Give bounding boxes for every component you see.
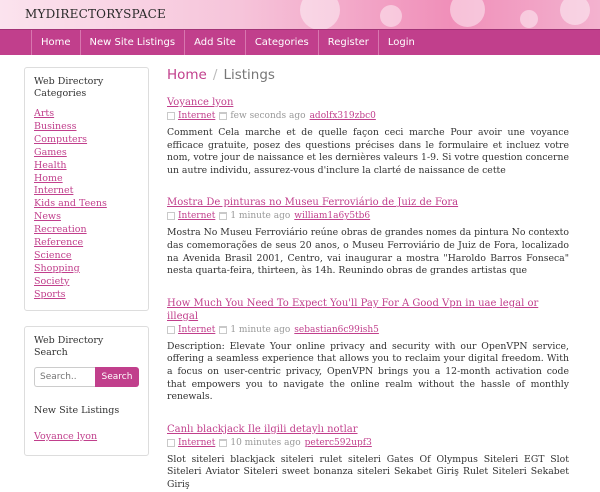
search-input[interactable] xyxy=(34,366,95,387)
listing-meta: Internet 1 minute ago sebastian6c99ish5 xyxy=(167,324,569,336)
category-link-reference[interactable]: Reference xyxy=(34,237,139,250)
listing-category-link[interactable]: Internet xyxy=(178,110,215,122)
category-link-shopping[interactable]: Shopping xyxy=(34,263,139,276)
listing-time: 1 minute ago xyxy=(230,324,291,335)
listing-user-link[interactable]: adolfx319zbc0 xyxy=(310,110,376,122)
category-label: Internet xyxy=(34,185,74,197)
category-label: Health xyxy=(34,159,67,171)
listing-title-link[interactable]: Mostra De pinturas no Museu Ferroviário … xyxy=(167,196,569,209)
category-label: Recreation xyxy=(34,224,87,236)
listing-user-link[interactable]: william1a6y5tb6 xyxy=(294,210,370,222)
listing-item: Mostra De pinturas no Museu Ferroviário … xyxy=(167,196,569,277)
nav-login[interactable]: Login xyxy=(379,30,424,55)
listing-title-link[interactable]: Voyance lyon xyxy=(167,96,569,109)
category-label: Science xyxy=(34,249,72,261)
decor-bubble xyxy=(380,5,402,27)
nav-categories[interactable]: Categories xyxy=(246,30,319,55)
site-header: MYDIRECTORYSPACE xyxy=(0,0,600,29)
listing-category-link[interactable]: Internet xyxy=(178,210,215,222)
listing-meta: Internet 10 minutes ago peterc592upf3 xyxy=(167,437,569,449)
folder-icon xyxy=(167,112,175,120)
category-link-news[interactable]: News xyxy=(34,211,139,224)
decor-bubble xyxy=(560,0,590,25)
listing-item: How Much You Need To Expect You'll Pay F… xyxy=(167,297,569,404)
search-title: Web Directory Search xyxy=(34,334,104,358)
listing-category-link[interactable]: Internet xyxy=(178,437,215,449)
category-link-society[interactable]: Society xyxy=(34,276,139,289)
category-label: Reference xyxy=(34,237,84,249)
new-listing-link[interactable]: Voyance lyon xyxy=(34,431,139,442)
listing-description: Description: Elevate Your online privacy… xyxy=(167,340,569,403)
category-link-games[interactable]: Games xyxy=(34,147,139,160)
category-label: Computers xyxy=(34,133,88,145)
listing-time: 1 minute ago xyxy=(230,211,291,222)
nav-add-site[interactable]: Add Site xyxy=(185,30,246,55)
category-link-sports[interactable]: Sports xyxy=(34,289,139,302)
listing-user-link[interactable]: peterc592upf3 xyxy=(305,437,372,449)
category-link-health[interactable]: Health xyxy=(34,160,139,173)
decor-bubble xyxy=(450,0,485,27)
category-label: Home xyxy=(34,172,63,184)
decor-bubble xyxy=(300,0,340,29)
categories-panel: Web Directory Categories Arts Business C… xyxy=(24,67,149,311)
listing-item: Canlı blackjack Ile ilgili detaylı notla… xyxy=(167,423,569,492)
category-label: Shopping xyxy=(34,262,80,274)
search-button[interactable]: Search xyxy=(95,366,139,387)
listing-time: few seconds ago xyxy=(230,111,306,121)
decor-bubble xyxy=(520,10,538,28)
nav-register[interactable]: Register xyxy=(319,30,379,55)
folder-icon xyxy=(167,325,175,334)
category-label: News xyxy=(34,211,61,223)
main-navbar: Home New Site Listings Add Site Categori… xyxy=(0,29,600,55)
listing-description: Slot siteleri blackjack siteleri rulet s… xyxy=(167,453,569,490)
listing-category-link[interactable]: Internet xyxy=(178,324,215,336)
search-panel: Web Directory Search Search New Site Lis… xyxy=(24,325,149,456)
listing-meta: Internet few seconds ago adolfx319zbc0 xyxy=(167,110,569,122)
listing-time: 10 minutes ago xyxy=(230,437,301,448)
main-content: Home / Listings Voyance lyon Internet few … xyxy=(167,67,569,492)
calendar-icon xyxy=(219,438,228,447)
folder-icon xyxy=(167,212,175,221)
category-link-kids-and-teens[interactable]: Kids and Teens xyxy=(34,198,139,211)
listing-description: Mostra No Museu Ferroviário reúne obras … xyxy=(167,227,569,277)
breadcrumb: Home / Listings xyxy=(167,67,569,83)
category-link-arts[interactable]: Arts xyxy=(34,108,139,121)
category-label: Games xyxy=(34,146,67,158)
category-label: Sports xyxy=(34,288,66,300)
listing-title-link[interactable]: How Much You Need To Expect You'll Pay F… xyxy=(167,297,569,323)
category-label: Business xyxy=(34,120,77,132)
breadcrumb-current: Listings xyxy=(223,67,275,83)
category-link-recreation[interactable]: Recreation xyxy=(34,224,139,237)
search-form: Search xyxy=(34,366,139,387)
site-title[interactable]: MYDIRECTORYSPACE xyxy=(25,7,166,21)
calendar-icon xyxy=(219,112,228,120)
category-link-computers[interactable]: Computers xyxy=(34,134,139,147)
nav-home[interactable]: Home xyxy=(31,30,81,55)
new-listings-title: New Site Listings xyxy=(34,404,120,416)
listing-title-link[interactable]: Canlı blackjack Ile ilgili detaylı notla… xyxy=(167,423,569,436)
nav-new-site-listings[interactable]: New Site Listings xyxy=(81,30,186,55)
category-link-business[interactable]: Business xyxy=(34,121,139,134)
category-label: Kids and Teens xyxy=(34,198,107,210)
category-link-home[interactable]: Home xyxy=(34,173,139,186)
listing-user-link[interactable]: sebastian6c99ish5 xyxy=(294,324,379,336)
category-label: Society xyxy=(34,275,70,287)
category-link-internet[interactable]: Internet xyxy=(34,185,139,198)
breadcrumb-home[interactable]: Home xyxy=(167,67,207,83)
folder-icon xyxy=(167,438,175,447)
listing-item: Voyance lyon Internet few seconds ago ad… xyxy=(167,96,569,177)
listing-meta: Internet 1 minute ago william1a6y5tb6 xyxy=(167,210,569,222)
calendar-icon xyxy=(219,325,228,334)
category-label: Arts xyxy=(34,108,55,119)
breadcrumb-separator: / xyxy=(212,67,218,83)
new-listing-label: Voyance lyon xyxy=(34,430,98,442)
listing-description: Comment Cela marche et de quelle façon c… xyxy=(167,127,569,176)
category-link-science[interactable]: Science xyxy=(34,250,139,263)
sidebar: Web Directory Categories Arts Business C… xyxy=(24,67,149,456)
categories-title: Web Directory Categories xyxy=(34,76,104,99)
calendar-icon xyxy=(219,212,228,221)
